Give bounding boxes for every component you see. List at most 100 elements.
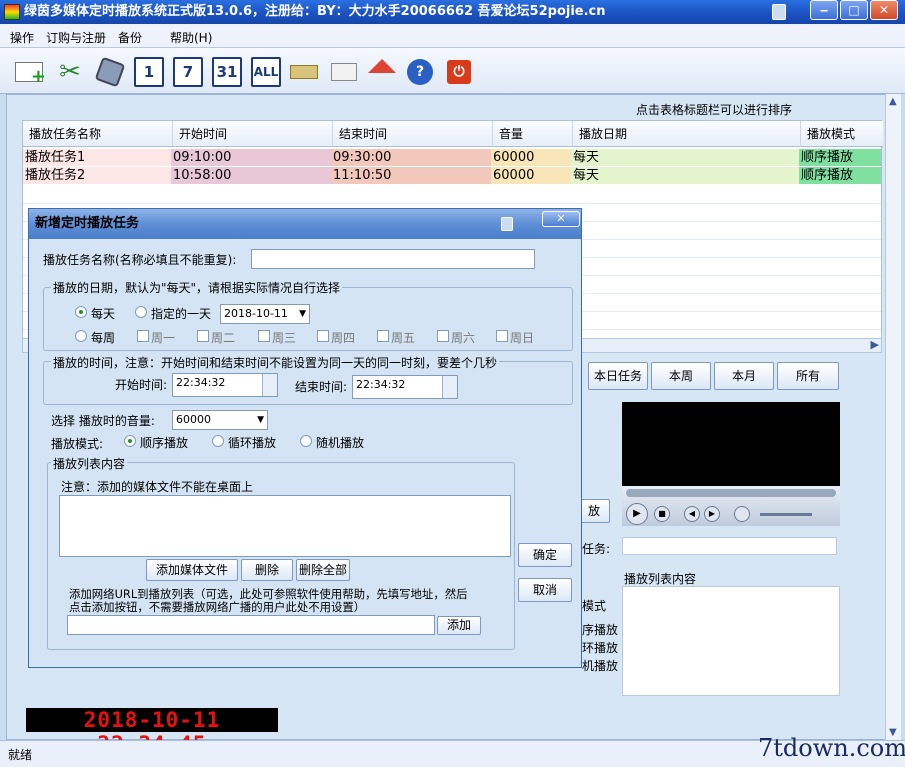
menu-register[interactable]: 订购与注册 bbox=[46, 29, 106, 46]
all-icon[interactable]: ALL bbox=[251, 57, 281, 87]
play-mode-label: 播放模式: bbox=[51, 437, 104, 451]
vertical-scrollbar[interactable]: ▲ ▼ bbox=[885, 94, 901, 740]
ok-button[interactable]: 确定 bbox=[518, 543, 572, 567]
col-play-mode[interactable]: 播放模式 bbox=[801, 121, 883, 147]
end-time-spinner[interactable] bbox=[442, 376, 457, 398]
settings-icon[interactable] bbox=[94, 56, 126, 88]
scroll-up-icon[interactable]: ▲ bbox=[889, 96, 897, 107]
url-input[interactable] bbox=[67, 615, 435, 635]
play-button[interactable]: 放 bbox=[578, 499, 610, 523]
pin-icon[interactable] bbox=[772, 4, 786, 20]
table-row[interactable]: 播放任务1 09:10:00 09:30:00 60000 每天 顺序播放 bbox=[23, 149, 881, 166]
menu-help[interactable]: 帮助(H) bbox=[170, 29, 212, 46]
menu-operate[interactable]: 操作 bbox=[10, 29, 34, 46]
menu-backup[interactable]: 备份 bbox=[118, 29, 142, 46]
toolbar: + ✂ 1 7 31 ALL ? ⏻ bbox=[0, 48, 905, 94]
random-radio[interactable] bbox=[300, 435, 312, 447]
cell-play-mode: 顺序播放 bbox=[799, 149, 881, 166]
day31-icon[interactable]: 31 bbox=[212, 57, 242, 87]
cell-end-time: 09:30:00 bbox=[331, 149, 491, 166]
mode-seq: 序播放 bbox=[582, 623, 619, 637]
volume-value: 60000 bbox=[176, 413, 211, 426]
cell-start-time: 10:58:00 bbox=[171, 167, 331, 184]
wed-checkbox[interactable] bbox=[258, 330, 270, 342]
volume-select[interactable]: 60000 ▼ bbox=[172, 410, 268, 430]
date-value: 2018-10-11 bbox=[224, 307, 288, 320]
volume-icon[interactable] bbox=[734, 506, 750, 522]
col-volume[interactable]: 音量 bbox=[493, 121, 573, 147]
volume-label: 选择 播放时的音量: bbox=[51, 414, 155, 428]
seek-bar[interactable] bbox=[626, 489, 836, 497]
add-media-button[interactable]: 添加媒体文件 bbox=[146, 559, 238, 581]
table-row[interactable]: 播放任务2 10:58:00 11:10:50 60000 每天 顺序播放 bbox=[23, 167, 881, 184]
help-icon[interactable]: ? bbox=[407, 59, 433, 85]
day1-icon[interactable]: 1 bbox=[134, 57, 164, 87]
minimize-button[interactable]: ‒ bbox=[810, 0, 838, 20]
fri-checkbox[interactable] bbox=[377, 330, 389, 342]
filter-week-button[interactable]: 本周 bbox=[651, 362, 711, 390]
maximize-button[interactable]: □ bbox=[840, 0, 868, 20]
task-name-input[interactable] bbox=[251, 249, 535, 269]
cancel-button[interactable]: 取消 bbox=[518, 578, 572, 602]
sequential-label: 顺序播放 bbox=[140, 436, 189, 450]
date-picker[interactable]: 2018-10-11 ▼ bbox=[220, 304, 310, 324]
filter-all-button[interactable]: 所有 bbox=[777, 362, 839, 390]
tue-checkbox[interactable] bbox=[197, 330, 209, 342]
cell-volume: 60000 bbox=[491, 167, 571, 184]
play-icon[interactable]: ▶ bbox=[626, 503, 648, 525]
money-icon[interactable] bbox=[289, 57, 319, 87]
grid-line bbox=[23, 203, 881, 204]
loop-radio[interactable] bbox=[212, 435, 224, 447]
sequential-radio[interactable] bbox=[124, 435, 136, 447]
col-task-name[interactable]: 播放任务名称 bbox=[23, 121, 173, 147]
day7-icon[interactable]: 7 bbox=[173, 57, 203, 87]
start-time-input[interactable]: 22:34:32 bbox=[172, 373, 278, 397]
dialog-pin-icon[interactable] bbox=[501, 217, 513, 231]
filter-today-button[interactable]: 本日任务 bbox=[588, 362, 648, 390]
cell-play-mode: 顺序播放 bbox=[799, 167, 881, 184]
start-time-spinner[interactable] bbox=[262, 374, 277, 396]
everyday-radio[interactable] bbox=[75, 306, 87, 318]
mode-label: 模式 bbox=[582, 599, 607, 613]
end-time-label: 结束时间: bbox=[295, 380, 348, 394]
specific-day-radio[interactable] bbox=[135, 306, 147, 318]
add-task-icon[interactable]: + bbox=[14, 57, 46, 87]
prev-icon[interactable]: ◀ bbox=[684, 506, 700, 522]
home-icon[interactable] bbox=[367, 57, 397, 87]
delete-button[interactable]: 删除 bbox=[241, 559, 293, 581]
thu-checkbox[interactable] bbox=[317, 330, 329, 342]
new-task-dialog: 新增定时播放任务 ✕ 播放任务名称(名称必填且不能重复): 播放的日期，默认为"… bbox=[28, 208, 582, 668]
sort-hint: 点击表格标题栏可以进行排序 bbox=[636, 103, 793, 117]
tue-label: 周二 bbox=[211, 331, 236, 345]
time-group-legend: 播放的时间，注意：开始时间和结束时间不能设置为同一天的同一时刻，要差个几秒 bbox=[51, 354, 500, 371]
filter-month-button[interactable]: 本月 bbox=[714, 362, 774, 390]
sun-checkbox[interactable] bbox=[496, 330, 508, 342]
mon-checkbox[interactable] bbox=[137, 330, 149, 342]
playlist-list[interactable] bbox=[59, 495, 511, 557]
playlist-group-legend: 播放列表内容 bbox=[51, 455, 128, 472]
cut-icon[interactable]: ✂ bbox=[55, 57, 85, 87]
scroll-right-icon[interactable]: ▶ bbox=[871, 338, 879, 351]
add-url-button[interactable]: 添加 bbox=[437, 616, 481, 635]
chevron-down-icon[interactable]: ▼ bbox=[299, 305, 306, 323]
col-end-time[interactable]: 结束时间 bbox=[333, 121, 493, 147]
dialog-close-button[interactable]: ✕ bbox=[542, 211, 580, 227]
end-time-input[interactable]: 22:34:32 bbox=[352, 375, 458, 399]
start-time-label: 开始时间: bbox=[115, 378, 168, 392]
playlist-box bbox=[622, 586, 840, 696]
specific-day-label: 指定的一天 bbox=[151, 307, 212, 321]
stop-icon[interactable]: ■ bbox=[654, 506, 670, 522]
random-label: 随机播放 bbox=[316, 436, 365, 450]
chevron-down-icon[interactable]: ▼ bbox=[257, 411, 264, 429]
weekly-radio[interactable] bbox=[75, 330, 87, 342]
close-button[interactable]: ✕ bbox=[870, 0, 898, 20]
next-icon[interactable]: ▶ bbox=[704, 506, 720, 522]
col-start-time[interactable]: 开始时间 bbox=[173, 121, 333, 147]
sat-checkbox[interactable] bbox=[437, 330, 449, 342]
window-title: 绿茵多媒体定时播放系统正式版13.0.6，注册给：BY：大力水手20066662… bbox=[24, 4, 606, 19]
power-icon[interactable]: ⏻ bbox=[447, 60, 471, 84]
delete-all-button[interactable]: 删除全部 bbox=[296, 559, 350, 581]
volume-slider[interactable] bbox=[760, 513, 812, 516]
col-play-date[interactable]: 播放日期 bbox=[573, 121, 801, 147]
mail-icon[interactable] bbox=[329, 57, 359, 87]
